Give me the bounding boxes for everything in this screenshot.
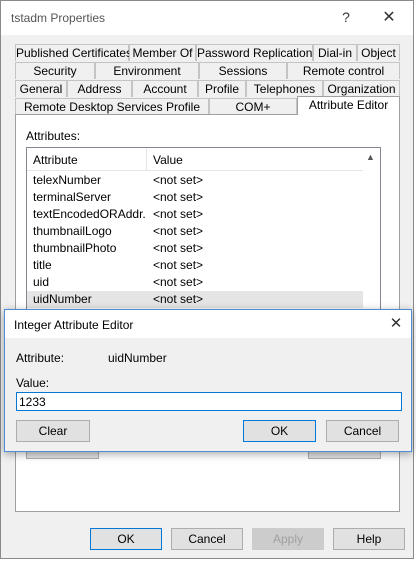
tab-security[interactable]: Security [15, 62, 95, 79]
column-separator[interactable] [146, 148, 147, 170]
dialog-cancel-button[interactable]: Cancel [326, 420, 399, 442]
value-input[interactable] [16, 392, 402, 411]
dialog-close-icon[interactable]: ✕ [387, 314, 405, 332]
help-icon[interactable]: ? [337, 9, 355, 27]
dialog-title-bar: Integer Attribute Editor ✕ [5, 310, 411, 338]
attribute-value: <not set> [153, 241, 204, 255]
tab-address[interactable]: Address [67, 80, 132, 97]
table-row[interactable]: telexNumber <not set> [27, 172, 364, 189]
tab-attribute-editor[interactable]: Attribute Editor [297, 96, 400, 115]
scroll-up-icon[interactable]: ▲ [366, 152, 375, 162]
attribute-value: <not set> [153, 190, 204, 204]
window-title: tstadm Properties [11, 11, 106, 25]
attribute-name: thumbnailPhoto [33, 241, 117, 255]
apply-button: Apply [252, 528, 324, 550]
tab-remote-control[interactable]: Remote control [287, 62, 400, 79]
tab-remote-desktop-services-profile[interactable]: Remote Desktop Services Profile [15, 98, 209, 115]
attribute-value: <not set> [153, 224, 204, 238]
help-button[interactable]: Help [333, 528, 405, 550]
tab-telephones[interactable]: Telephones [246, 80, 323, 97]
attribute-value: <not set> [153, 292, 204, 306]
tab-object[interactable]: Object [357, 44, 400, 61]
attribute-name: textEncodedORAddr... [33, 207, 145, 221]
attribute-name: title [33, 258, 52, 272]
tab-dial-in[interactable]: Dial-in [313, 44, 357, 61]
table-row[interactable]: uid <not set> [27, 274, 364, 291]
title-bar: tstadm Properties ? ✕ [1, 1, 413, 35]
list-scrollbar[interactable]: ▲ [363, 148, 380, 316]
tab-published-certificates[interactable]: Published Certificates [15, 44, 132, 61]
attributes-list[interactable]: Attribute Value telexNumber <not set> te… [26, 147, 381, 317]
list-header: Attribute Value [27, 148, 364, 171]
properties-window: tstadm Properties ? ✕ Published Certific… [0, 0, 414, 559]
attribute-name: telexNumber [33, 173, 102, 187]
cancel-button[interactable]: Cancel [171, 528, 243, 550]
attributes-label: Attributes: [26, 129, 81, 143]
attribute-name: thumbnailLogo [33, 224, 112, 238]
column-header-attribute[interactable]: Attribute [33, 153, 78, 167]
dialog-ok-button[interactable]: OK [243, 420, 316, 442]
value-label: Value: [16, 376, 50, 390]
tab-environment[interactable]: Environment [95, 62, 199, 79]
tab-profile[interactable]: Profile [198, 80, 246, 97]
table-row[interactable]: textEncodedORAddr... <not set> [27, 206, 364, 223]
table-row[interactable]: thumbnailLogo <not set> [27, 223, 364, 240]
attribute-value: <not set> [153, 258, 204, 272]
dialog-title: Integer Attribute Editor [14, 318, 134, 332]
ok-button[interactable]: OK [90, 528, 162, 550]
column-header-value[interactable]: Value [153, 153, 183, 167]
attribute-label: Attribute: [16, 351, 65, 365]
attribute-value: <not set> [153, 275, 204, 289]
tab-general[interactable]: General [15, 80, 67, 97]
attribute-name: uid [33, 275, 50, 289]
attribute-name: uidNumber [33, 292, 92, 306]
attribute-name-value: uidNumber [108, 351, 167, 365]
tab-member-of[interactable]: Member Of [129, 44, 196, 61]
table-row[interactable]: terminalServer <not set> [27, 189, 364, 206]
tab-organization[interactable]: Organization [323, 80, 400, 97]
table-row[interactable]: title <not set> [27, 257, 364, 274]
integer-attribute-editor-dialog: Integer Attribute Editor ✕ Attribute: ui… [4, 309, 412, 452]
attribute-name: terminalServer [33, 190, 112, 204]
tab-com-plus[interactable]: COM+ [209, 98, 297, 115]
table-row[interactable]: thumbnailPhoto <not set> [27, 240, 364, 257]
tab-account[interactable]: Account [132, 80, 198, 97]
clear-button[interactable]: Clear [16, 420, 90, 442]
table-row-selected[interactable]: uidNumber <not set> [27, 291, 364, 308]
attribute-value: <not set> [153, 173, 204, 187]
close-icon[interactable]: ✕ [379, 7, 399, 27]
tab-sessions[interactable]: Sessions [199, 62, 287, 79]
tab-password-replication[interactable]: Password Replication [196, 44, 313, 61]
attribute-value: <not set> [153, 207, 204, 221]
